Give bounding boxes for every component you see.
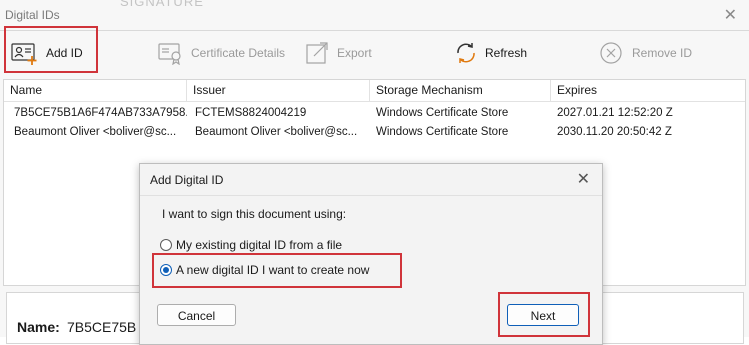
export-button[interactable]: Export xyxy=(305,37,372,69)
cancel-button[interactable]: Cancel xyxy=(157,304,236,326)
refresh-button[interactable]: Refresh xyxy=(453,37,527,69)
cell-storage: Windows Certificate Store xyxy=(376,107,509,119)
refresh-label: Refresh xyxy=(485,46,528,60)
table-row[interactable]: Beaumont Oliver <boliver@sc... Beaumont … xyxy=(4,123,745,142)
table-row[interactable]: 7B5CE75B1A6F474AB733A7958... FCTEMS88240… xyxy=(4,104,745,123)
next-button-highlight xyxy=(498,292,590,337)
window-titlebar: SIGNATURE Digital IDs ✕ xyxy=(0,0,749,31)
column-header-storage[interactable]: Storage Mechanism xyxy=(370,80,551,101)
dialog-divider xyxy=(140,195,602,196)
new-id-option-highlight xyxy=(152,253,402,288)
remove-id-button[interactable]: Remove ID xyxy=(598,37,692,69)
radio-existing-id[interactable] xyxy=(160,239,172,251)
cell-issuer: Beaumont Oliver <boliver@sc... xyxy=(195,126,358,138)
cell-storage: Windows Certificate Store xyxy=(376,126,509,138)
export-label: Export xyxy=(337,46,372,60)
option-existing-id-label: My existing digital ID from a file xyxy=(176,238,343,252)
cell-issuer: FCTEMS8824004219 xyxy=(195,107,307,119)
certificate-details-button[interactable]: Certificate Details xyxy=(157,37,285,69)
dialog-prompt: I want to sign this document using: xyxy=(162,207,347,221)
export-icon xyxy=(306,42,328,64)
table-header: Name Issuer Storage Mechanism Expires xyxy=(4,80,745,102)
refresh-icon xyxy=(457,43,475,63)
detail-name-value: 7B5CE75B xyxy=(67,319,137,335)
remove-icon xyxy=(600,42,622,64)
cell-name: Beaumont Oliver <boliver@sc... xyxy=(14,126,177,138)
certificate-details-label: Certificate Details xyxy=(191,46,286,60)
option-existing-id[interactable]: My existing digital ID from a file xyxy=(160,238,342,252)
toolbar: Add ID Certificate Details Export Refres… xyxy=(0,31,749,75)
window-title: Digital IDs xyxy=(5,8,60,22)
cell-name: 7B5CE75B1A6F474AB733A7958... xyxy=(14,107,187,119)
remove-id-label: Remove ID xyxy=(632,46,693,60)
window-close-icon[interactable]: ✕ xyxy=(724,5,737,25)
digital-ids-window: SIGNATURE Digital IDs ✕ Add ID Certifica… xyxy=(0,0,749,345)
detail-name-label: Name: xyxy=(17,319,60,335)
column-header-issuer[interactable]: Issuer xyxy=(187,80,370,101)
add-id-highlight xyxy=(4,26,98,73)
certificate-icon xyxy=(158,43,181,65)
cell-expires: 2027.01.21 12:52:20 Z xyxy=(557,107,673,119)
column-header-expires[interactable]: Expires xyxy=(551,80,745,101)
cell-expires: 2030.11.20 20:50:42 Z xyxy=(557,126,672,138)
column-header-name[interactable]: Name xyxy=(4,80,187,101)
dialog-title: Add Digital ID xyxy=(150,173,224,187)
dialog-close-icon[interactable]: ✕ xyxy=(577,169,590,189)
background-title-ghost: SIGNATURE xyxy=(120,0,204,9)
